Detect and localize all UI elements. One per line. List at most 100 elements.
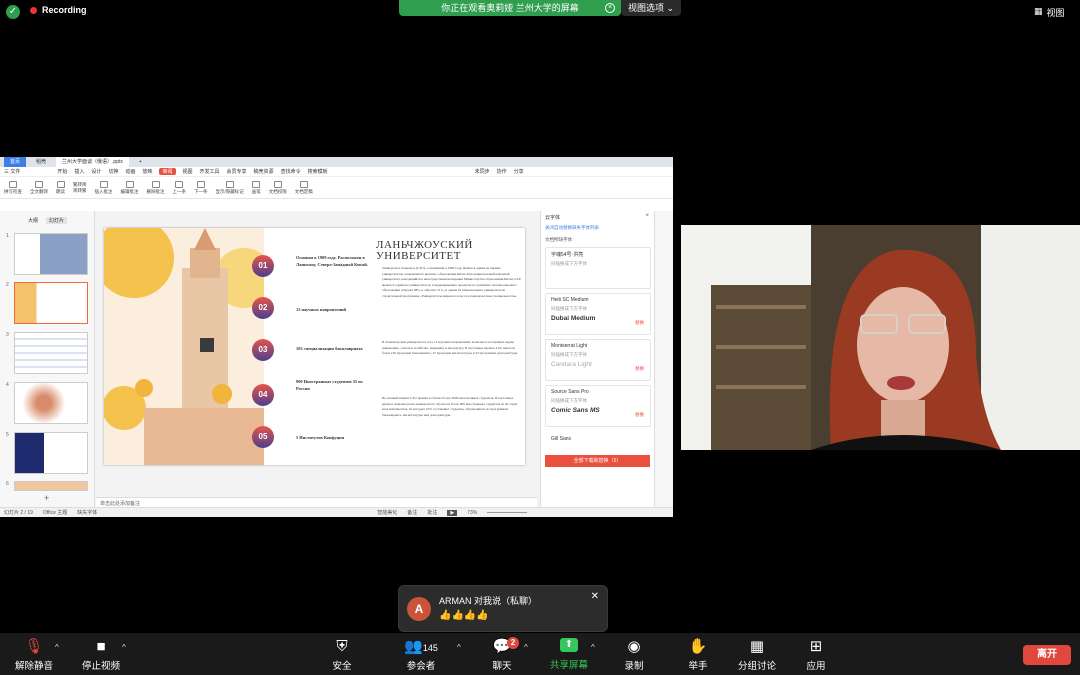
menu-developer[interactable]: 开发工具 [200,168,220,175]
view-options-button[interactable]: 视图选项 ⌄ [621,0,681,16]
zoom-slider[interactable] [487,512,528,513]
replace-button[interactable]: 替换 [635,412,644,418]
font-name: Gill Sans [551,436,572,442]
stop-viewing-icon[interactable]: × [605,3,615,13]
ribbon-delete-comment[interactable]: 删除批注 [147,180,165,195]
participants-label: 参会者 [406,661,436,672]
menu-insert[interactable]: 插入 [74,168,84,175]
font-card[interactable]: Montserrat Light 同插换成下方字体 Candara Light … [545,339,651,381]
menu-member[interactable]: 会员专享 [227,168,247,175]
tab-docer[interactable]: 稻壳 [30,157,52,167]
menu-view[interactable]: 视图 [183,168,193,175]
ribbon-translate[interactable]: 全文翻译 [30,180,48,195]
ribbon-label: 画笔 [251,188,261,194]
font-card[interactable]: Source Sans Pro 同插换成下方字体 Comic Sans MS 替… [545,385,651,427]
security-shield-icon[interactable]: ✓ [6,5,20,19]
menu-transition[interactable]: 切换 [108,168,118,175]
ribbon-prev[interactable]: 上一条 [173,180,186,195]
menu-file[interactable]: 三 文件 [4,168,20,175]
security-button[interactable]: ⛨ 安全 [331,638,353,672]
notes-toggle[interactable]: 备注 [407,509,417,516]
breakout-button[interactable]: ▦ 分组讨论 [738,638,776,672]
next-icon [196,180,205,188]
menu-search-template[interactable]: 搜索模板 [308,168,328,175]
ribbon-insert-comment[interactable]: 插入批注 [95,180,113,195]
tab-presentation-file[interactable]: 兰州大学面谈（俄语）.pptx [56,157,129,167]
menu-unsynced[interactable]: 未同步 [475,168,490,175]
chat-notification[interactable]: A ARMAN 对我说（私聊） 👍👍👍👍 ✕ [398,585,608,632]
unmute-button[interactable]: 🎙 解除静音 [15,638,53,672]
chevron-up-icon[interactable]: ^ [524,643,528,652]
menu-design[interactable]: 设计 [91,168,101,175]
item-number-04: 04 [252,384,274,406]
record-button[interactable]: ◉ 录制 [623,638,645,672]
menu-animation[interactable]: 动画 [125,168,135,175]
wps-menu-bar: 三 文件 开始 插入 设计 切换 动画 放映 审阅 视图 开发工具 会员专享 稿… [0,167,673,177]
close-auto-replace-link[interactable]: 关闭自动替换缺失字体列表 [545,225,599,231]
chevron-up-icon[interactable]: ^ [55,643,59,652]
missing-font-status[interactable]: 缺失字体 [77,509,97,516]
permission-icon [273,180,282,188]
mic-muted-icon: 🎙 [24,638,44,655]
new-tab-icon[interactable]: + [133,157,148,167]
replace-button[interactable]: 替换 [635,366,644,372]
ribbon-next[interactable]: 下一条 [194,180,208,195]
ribbon-read[interactable]: 朗读 [56,180,65,195]
ribbon-pen[interactable]: 画笔 [251,180,261,195]
tab-home[interactable]: 首页 [4,157,27,167]
download-all-button[interactable]: 全部下载和替换（5） [545,455,650,467]
tab-outline[interactable]: 大纲 [28,217,38,224]
item-text-03: 103 специализации бакалавриата [296,346,363,351]
item-number-05: 05 [252,426,274,448]
menu-resources[interactable]: 稿壳资源 [254,168,274,175]
slide-thumb-2[interactable] [14,282,88,324]
ribbon-finalize[interactable]: 文档定稿 [295,180,313,195]
add-slide-icon[interactable]: + [44,493,49,503]
chat-sender: ARMAN 对我说（私聊） [439,596,538,606]
notes-field[interactable]: 单击此处添加备注 [96,497,537,507]
font-preview: Comic Sans MS [551,407,600,414]
ribbon-spellcheck[interactable]: 拼写检查 [4,180,22,195]
tab-slides[interactable]: 幻灯片 [46,217,68,224]
ribbon-trad-simp[interactable]: 繁转简 简转繁 [73,182,87,194]
menu-find-command[interactable]: 查找命令 [281,168,301,175]
ribbon-show-markup[interactable]: 显示/隐藏标记 [216,180,244,195]
ribbon-edit-comment[interactable]: 编辑批注 [121,180,139,195]
stop-video-button[interactable]: ■ 停止视频 [82,638,120,672]
replace-button[interactable]: 替换 [635,320,644,326]
zoom-level[interactable]: 73% [467,510,477,516]
slide-title-line2: УНИВЕРСИТЕТ [376,250,461,262]
ribbon-permission[interactable]: 文档权限 [269,180,287,195]
menu-share[interactable]: 分享 [514,168,524,175]
menu-slideshow[interactable]: 放映 [142,168,152,175]
current-slide[interactable]: 01 02 03 04 05 Основан в 1909 году. Расп… [104,228,525,465]
font-sub: 同插换成下方字体 [551,352,587,357]
chevron-up-icon[interactable]: ^ [122,643,126,652]
comments-toggle[interactable]: 批注 [427,509,437,516]
leave-button[interactable]: 离开 [1023,645,1071,665]
view-grid-icon: ▦ [1034,6,1043,16]
recording-indicator[interactable]: Recording [30,5,87,15]
chevron-up-icon[interactable]: ^ [591,643,595,652]
slide-thumb-4[interactable] [14,382,88,424]
slide-thumb-6[interactable] [14,481,88,491]
share-screen-button[interactable]: ⬆ 共享屏幕 [550,638,588,671]
slide-thumb-1[interactable] [14,233,88,275]
slide-thumb-3[interactable] [14,332,88,374]
apps-button[interactable]: ⊞ 应用 [805,638,827,672]
chevron-up-icon[interactable]: ^ [457,643,461,652]
slide-thumb-5[interactable] [14,432,88,474]
play-icon[interactable]: ▶ [447,509,458,516]
raise-hand-button[interactable]: ✋ 举手 [687,638,709,672]
menu-collab[interactable]: 协作 [497,168,507,175]
view-button[interactable]: ▦ 视图 [1034,6,1065,19]
close-icon[interactable]: ✕ [591,591,599,602]
participants-button[interactable]: 👥145 参会者 [401,638,441,672]
menu-start[interactable]: 开始 [57,168,67,175]
font-card[interactable]: 字魂54号·洪亮 同插换成下方字体 [545,247,651,289]
font-card[interactable]: Heiti SC Medium 同插换成下方字体 Dubai Medium 替换 [545,293,651,335]
close-panel-icon[interactable]: × [645,213,649,219]
menu-review[interactable]: 审阅 [159,168,176,175]
smart-beautify[interactable]: 智能美化 [377,509,397,516]
participant-video[interactable] [681,225,1080,450]
